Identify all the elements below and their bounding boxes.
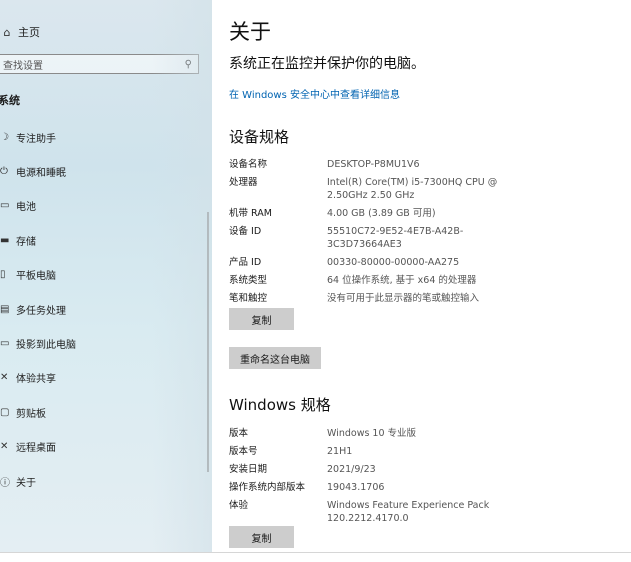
windows-specs-table: 版本 Windows 10 专业版版本号 21H1 安装日期 2021/9/23 操作系统…	[229, 427, 629, 530]
windows-specs-heading: Windows 规格	[229, 396, 331, 414]
sidebar-item-label: 多任务处理	[16, 305, 66, 317]
home-icon: ⌂	[3, 25, 11, 39]
spec-value: DESKTOP-P8MU1V6	[327, 159, 420, 170]
spec-row: 产品 ID 00330-80000-00000-AA275	[229, 256, 629, 269]
spec-value: Intel(R) Core(TM) i5-7300HQ CPU @ 2.50GH…	[327, 177, 498, 201]
spec-row: 体验 Windows Feature Experience Pack 120.22…	[229, 499, 629, 525]
search-input[interactable]: 查找设置 ⚲	[0, 54, 199, 74]
search-placeholder: 查找设置	[3, 60, 43, 72]
spec-value: 21H1	[327, 446, 353, 457]
spec-key: 体验	[229, 500, 249, 511]
power-sleep-icon: ⏻	[0, 166, 8, 178]
battery-icon: ▭	[0, 200, 10, 212]
spec-key: 操作系统内部版本	[229, 482, 306, 493]
spec-key: 设备 ID	[229, 226, 262, 237]
copy-device-specs-button[interactable]: 复制	[229, 308, 294, 330]
spec-value: 19043.1706	[327, 482, 385, 493]
section-title: 系统	[0, 94, 20, 107]
spec-key: 设备名称	[229, 159, 268, 170]
focus-assist-icon: ☽	[0, 131, 9, 143]
sidebar-item-label: 平板电脑	[16, 271, 56, 283]
clipboard-icon: ▢	[0, 406, 10, 418]
spec-key: 机带 RAM	[229, 208, 272, 219]
device-specs-heading: 设备规格	[229, 128, 290, 146]
sidebar-item-storage[interactable]: ▬ 存储	[0, 223, 212, 257]
sidebar-item-clipboard[interactable]: ▢ 剪贴板	[0, 395, 212, 429]
spec-key: 安装日期	[229, 464, 268, 475]
spec-value: Windows 10 专业版	[327, 428, 417, 439]
spec-row: 设备名称 DESKTOP-P8MU1V6	[229, 158, 629, 171]
page-title: 关于	[229, 20, 271, 44]
sidebar-item-tablet[interactable]: ▯ 平板电脑	[0, 258, 212, 292]
info-icon: ⓘ	[0, 477, 10, 489]
sidebar-item-power-sleep[interactable]: ⏻ 电源和睡眠	[0, 154, 212, 188]
main-content: 关于 系统正在监控并保护你的电脑。 在 Windows 安全中心中查看详细信息 …	[229, 0, 631, 552]
sidebar-item-label: 电池	[16, 202, 36, 214]
spec-row: 机带 RAM 4.00 GB (3.89 GB 可用)	[229, 207, 629, 220]
spec-key: 笔和触控	[229, 293, 268, 304]
spec-row: 版本 Windows 10 专业版	[229, 427, 629, 440]
spec-value: 64 位操作系统, 基于 x64 的处理器	[327, 275, 477, 286]
spec-row: 版本号 21H1	[229, 445, 629, 458]
spec-row: 系统类型 64 位操作系统, 基于 x64 的处理器	[229, 274, 629, 287]
bottom-border	[0, 552, 631, 562]
device-specs-table: 设备名称 DESKTOP-P8MU1V6 处理器 Intel(R) Core(TM) …	[229, 158, 629, 310]
nav-list: ☽ 专注助手 ⏻ 电源和睡眠 ▭ 电池 ▬ 存储 ▯ 平板电脑 ▤ 多任务处理 ▭ 投影到此电脑 ✕ 体验共享…	[0, 120, 212, 498]
spec-row: 安装日期 2021/9/23	[229, 463, 629, 476]
sidebar-item-label: 专注助手	[16, 133, 56, 145]
sidebar-scrollbar[interactable]	[207, 212, 209, 472]
sidebar-item-remote-desktop[interactable]: ✕ 远程桌面	[0, 430, 212, 464]
spec-value: 4.00 GB (3.89 GB 可用)	[327, 208, 436, 219]
spec-key: 版本号	[229, 446, 258, 457]
multitasking-icon: ▤	[0, 303, 10, 315]
sidebar-item-label: 存储	[16, 236, 36, 248]
spec-value: 00330-80000-00000-AA275	[327, 257, 460, 268]
sidebar-item-focus-assist[interactable]: ☽ 专注助手	[0, 120, 212, 154]
nav-home[interactable]: ⌂ 主页	[0, 22, 41, 42]
sidebar: ⌂ 主页 查找设置 ⚲ 系统 ☽ 专注助手 ⏻ 电源和睡眠 ▭ 电池 ▬ 存储 ▯ 平板电脑 ▤ 多任…	[0, 0, 212, 552]
tablet-icon: ▯	[0, 269, 6, 281]
spec-value: Windows Feature Experience Pack 120.2212…	[327, 500, 490, 524]
nav-home-label: 主页	[18, 26, 40, 39]
search-icon[interactable]: ⚲	[185, 59, 192, 70]
sidebar-item-info[interactable]: ⓘ 关于	[0, 464, 212, 498]
spec-row: 设备 ID 55510C72-9E52-4E7B-A42B-3C3D73664AE…	[229, 225, 629, 251]
sidebar-item-label: 投影到此电脑	[16, 340, 76, 352]
sidebar-item-shared-experiences[interactable]: ✕ 体验共享	[0, 361, 212, 395]
spec-row: 操作系统内部版本 19043.1706	[229, 481, 629, 494]
sidebar-item-battery[interactable]: ▭ 电池	[0, 189, 212, 223]
spec-value: 2021/9/23	[327, 464, 376, 475]
spec-key: 版本	[229, 428, 249, 439]
sidebar-item-multitasking[interactable]: ▤ 多任务处理	[0, 292, 212, 326]
sidebar-item-label: 剪贴板	[16, 408, 46, 420]
spec-key: 系统类型	[229, 275, 268, 286]
spec-key: 产品 ID	[229, 257, 262, 268]
sidebar-item-label: 电源和睡眠	[16, 168, 66, 180]
spec-row: 处理器 Intel(R) Core(TM) i5-7300HQ CPU @ 2.5…	[229, 176, 629, 202]
projecting-icon: ▭	[0, 338, 10, 350]
sidebar-item-label: 远程桌面	[16, 443, 56, 455]
sidebar-item-projecting[interactable]: ▭ 投影到此电脑	[0, 326, 212, 360]
remote-desktop-icon: ✕	[0, 441, 9, 453]
spec-key: 处理器	[229, 177, 258, 188]
protection-status: 系统正在监控并保护你的电脑。	[229, 56, 425, 72]
shared-experiences-icon: ✕	[0, 372, 9, 384]
security-center-link[interactable]: 在 Windows 安全中心中查看详细信息	[229, 86, 400, 101]
sidebar-item-label: 体验共享	[16, 374, 56, 386]
storage-icon: ▬	[0, 234, 10, 246]
spec-value: 55510C72-9E52-4E7B-A42B-3C3D73664AE3	[327, 226, 464, 250]
copy-windows-specs-button[interactable]: 复制	[229, 526, 294, 548]
rename-pc-button[interactable]: 重命名这台电脑	[229, 347, 321, 369]
spec-row: 笔和触控 没有可用于此显示器的笔或触控输入	[229, 292, 629, 305]
spec-value: 没有可用于此显示器的笔或触控输入	[327, 293, 480, 304]
sidebar-item-label: 关于	[16, 477, 36, 489]
